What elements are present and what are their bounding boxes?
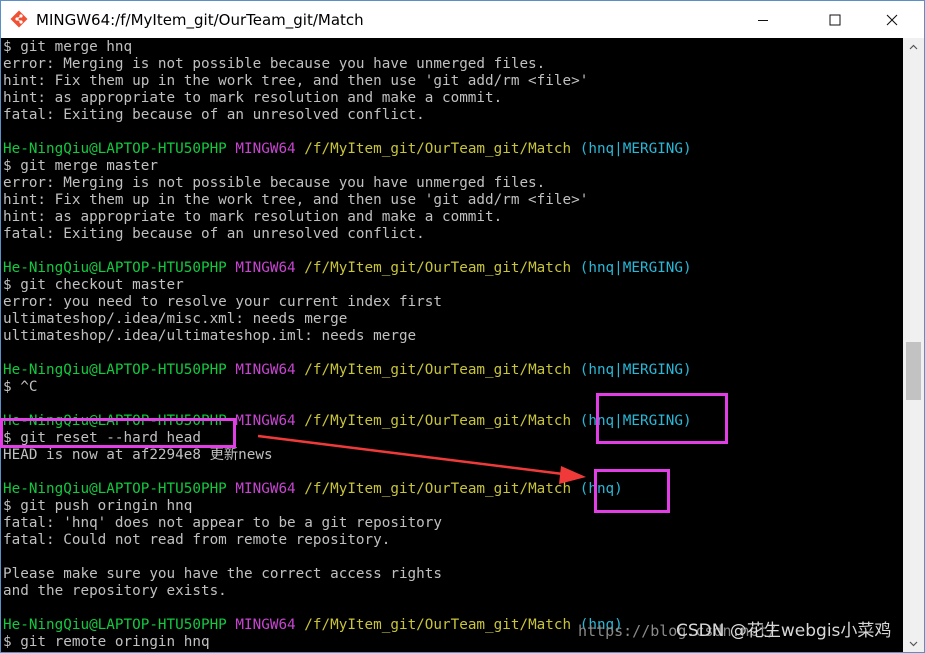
prompt-user: He-NingQiu@LAPTOP-HTU50PHP bbox=[3, 141, 227, 157]
prompt-user: He-NingQiu@LAPTOP-HTU50PHP bbox=[3, 260, 227, 276]
output-line: hint: as appropriate to mark resolution … bbox=[3, 209, 503, 225]
output-line: error: Merging is not possible because y… bbox=[3, 56, 546, 72]
output-line: HEAD is now at af2294e8 更新news bbox=[3, 447, 273, 463]
chevron-down-icon bbox=[909, 641, 918, 646]
output-line: $ git merge master bbox=[3, 158, 158, 174]
terminal-lines: $ git merge hnq error: Merging is not pos… bbox=[3, 39, 692, 651]
highlight-box-command bbox=[0, 418, 236, 448]
prompt-path: /f/MyItem_git/OurTeam_git/Match bbox=[304, 481, 572, 497]
prompt-branch: (hnq|MERGING) bbox=[579, 362, 692, 378]
prompt-path: /f/MyItem_git/OurTeam_git/Match bbox=[304, 362, 572, 378]
maximize-icon bbox=[829, 14, 841, 25]
scroll-up-button[interactable] bbox=[903, 38, 924, 55]
maximize-button[interactable] bbox=[812, 1, 858, 38]
output-line: $ ^C bbox=[3, 379, 38, 395]
output-line: Please make sure you have the correct ac… bbox=[3, 566, 442, 582]
prompt-path: /f/MyItem_git/OurTeam_git/Match bbox=[304, 617, 572, 633]
scroll-down-button[interactable] bbox=[903, 635, 924, 652]
output-line: error: Merging is not possible because y… bbox=[3, 175, 546, 191]
window-title: MINGW64:/f/MyItem_git/OurTeam_git/Match bbox=[36, 11, 364, 29]
close-button[interactable] bbox=[869, 1, 915, 38]
prompt-host: MINGW64 bbox=[235, 481, 296, 497]
highlight-box-hnq-branch bbox=[594, 469, 670, 513]
prompt-path: /f/MyItem_git/OurTeam_git/Match bbox=[304, 413, 572, 429]
title-bar[interactable]: MINGW64:/f/MyItem_git/OurTeam_git/Match bbox=[1, 1, 924, 38]
output-line: and the repository exists. bbox=[3, 583, 227, 599]
output-line: $ git checkout master bbox=[3, 277, 184, 293]
prompt-host: MINGW64 bbox=[235, 260, 296, 276]
scrollbar-thumb[interactable] bbox=[906, 342, 921, 400]
terminal-output[interactable]: $ git merge hnq error: Merging is not pos… bbox=[1, 38, 903, 652]
chevron-up-icon bbox=[909, 44, 918, 49]
prompt-host: MINGW64 bbox=[235, 413, 296, 429]
vertical-scrollbar[interactable] bbox=[903, 38, 924, 652]
minimize-button[interactable] bbox=[740, 1, 786, 38]
terminal-window: MINGW64:/f/MyItem_git/OurTeam_git/Match … bbox=[0, 0, 925, 653]
prompt-user: He-NingQiu@LAPTOP-HTU50PHP bbox=[3, 617, 227, 633]
prompt-host: MINGW64 bbox=[235, 362, 296, 378]
prompt-host: MINGW64 bbox=[235, 617, 296, 633]
output-line: fatal: Could not read from remote reposi… bbox=[3, 532, 391, 548]
prompt-line: He-NingQiu@LAPTOP-HTU50PHP MINGW64 /f/My… bbox=[3, 260, 692, 277]
output-line: $ git push oringin hnq bbox=[3, 498, 193, 514]
prompt-branch: (hnq|MERGING) bbox=[579, 260, 692, 276]
prompt-line: He-NingQiu@LAPTOP-HTU50PHP MINGW64 /f/My… bbox=[3, 141, 692, 158]
output-line: hint: Fix them up in the work tree, and … bbox=[3, 73, 589, 89]
prompt-host: MINGW64 bbox=[235, 141, 296, 157]
output-line: ultimateshop/.idea/misc.xml: needs merge bbox=[3, 311, 348, 327]
output-line: fatal: Exiting because of an unresolved … bbox=[3, 107, 425, 123]
output-line: fatal: 'hnq' does not appear to be a git… bbox=[3, 515, 442, 531]
minimize-icon bbox=[758, 19, 768, 21]
git-bash-icon bbox=[10, 10, 28, 28]
prompt-line: He-NingQiu@LAPTOP-HTU50PHP MINGW64 /f/My… bbox=[3, 362, 692, 379]
prompt-user: He-NingQiu@LAPTOP-HTU50PHP bbox=[3, 362, 227, 378]
output-line: $ git merge hnq bbox=[3, 39, 133, 55]
output-line: hint: Fix them up in the work tree, and … bbox=[3, 192, 589, 208]
prompt-branch: (hnq|MERGING) bbox=[579, 141, 692, 157]
prompt-line: He-NingQiu@LAPTOP-HTU50PHP MINGW64 /f/My… bbox=[3, 481, 692, 498]
output-line: ultimateshop/.idea/ultimateshop.iml: nee… bbox=[3, 328, 417, 344]
prompt-path: /f/MyItem_git/OurTeam_git/Match bbox=[304, 260, 572, 276]
output-line: fatal: Exiting because of an unresolved … bbox=[3, 226, 425, 242]
watermark-brand: CSDN @花生webgis小菜鸡 bbox=[676, 621, 892, 641]
prompt-path: /f/MyItem_git/OurTeam_git/Match bbox=[304, 141, 572, 157]
prompt-user: He-NingQiu@LAPTOP-HTU50PHP bbox=[3, 481, 227, 497]
output-line: error: you need to resolve your current … bbox=[3, 294, 442, 310]
close-icon bbox=[886, 14, 898, 25]
output-line: hint: as appropriate to mark resolution … bbox=[3, 90, 503, 106]
highlight-box-merging-branch bbox=[596, 393, 728, 444]
